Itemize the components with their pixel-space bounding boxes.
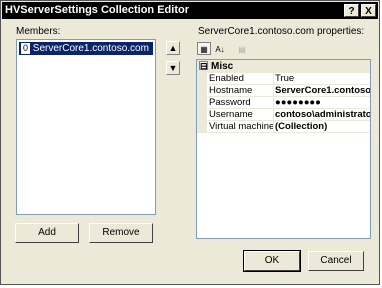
members-list[interactable]: 0 ServerCore1.contoso.com (16, 39, 156, 215)
property-name: Password (209, 97, 274, 109)
property-name: Enabled (209, 73, 274, 85)
property-row-enabled[interactable]: Enabled True (197, 73, 370, 85)
property-row-virtual-machine-list[interactable]: Virtual machine lis (Collection) (197, 121, 370, 133)
move-down-button[interactable]: ▼ (166, 61, 180, 75)
help-button[interactable]: ? (344, 4, 359, 17)
property-value[interactable]: ●●●●●●●● (275, 97, 370, 109)
property-value[interactable]: True (275, 73, 370, 85)
window-title: HVServerSettings Collection Editor (5, 4, 189, 16)
property-grid[interactable]: ⊟ Misc Enabled True Hostname ServerCore1.… (196, 59, 371, 239)
member-name: ServerCore1.contoso.com (32, 43, 149, 54)
members-label: Members: (16, 26, 61, 37)
add-button[interactable]: Add (15, 223, 79, 243)
title-bar: HVServerSettings Collection Editor ? X (2, 2, 378, 19)
property-value[interactable]: contoso\administrato (275, 109, 370, 121)
close-button[interactable]: X (361, 4, 376, 17)
collapse-icon[interactable]: ⊟ (199, 61, 208, 71)
property-row-hostname[interactable]: Hostname ServerCore1.contoso (197, 85, 370, 97)
list-item[interactable]: 0 ServerCore1.contoso.com (19, 42, 153, 55)
category-name: Misc (211, 61, 234, 72)
ok-button[interactable]: OK (243, 250, 301, 272)
member-index: 0 (21, 43, 30, 54)
property-row-username[interactable]: Username contoso\administrato (197, 109, 370, 121)
collection-editor-window: HVServerSettings Collection Editor ? X M… (0, 0, 380, 285)
properties-label: ServerCore1.contoso.com properties: (198, 26, 365, 37)
remove-button[interactable]: Remove (89, 223, 153, 243)
property-row-password[interactable]: Password ●●●●●●●● (197, 97, 370, 109)
property-name: Hostname (209, 85, 274, 97)
category-misc[interactable]: ⊟ Misc (197, 60, 370, 73)
property-pages-icon: ▤ (235, 42, 249, 55)
property-name: Username (209, 109, 274, 121)
alphabetical-sort-icon[interactable]: A↓ (213, 42, 227, 55)
categorized-view-icon[interactable]: ▦ (197, 42, 211, 55)
move-up-button[interactable]: ▲ (166, 41, 180, 55)
property-name: Virtual machine lis (209, 121, 274, 133)
property-value[interactable]: ServerCore1.contoso (275, 85, 370, 97)
property-value[interactable]: (Collection) (275, 121, 370, 133)
cancel-button[interactable]: Cancel (308, 251, 364, 271)
